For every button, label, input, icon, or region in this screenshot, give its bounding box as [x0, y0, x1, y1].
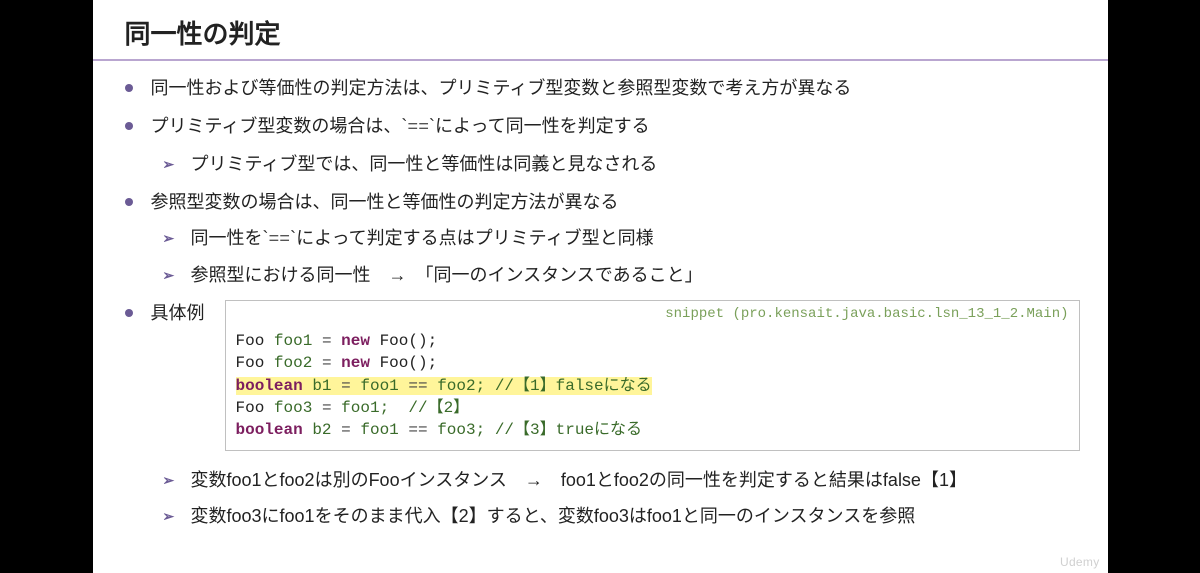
code-var: foo2 [274, 354, 312, 372]
list-item: プリミティブ型変数の場合は、`==`によって同一性を判定する ➢ プリミティブ型… [125, 113, 1080, 179]
highlighted-line: boolean b1 = foo1 == foo2; //【1】falseになる [236, 377, 652, 395]
list-item: ➢ 参照型における同一性 → 「同一のインスタンスであること」 [163, 262, 1080, 290]
code-comment: //【1】falseになる [495, 377, 652, 395]
code-type: Foo [236, 332, 265, 350]
bullet-text: 同一性を`==`によって判定する点はプリミティブ型と同様 [191, 225, 654, 255]
code-rhs: foo3; [437, 421, 485, 439]
list-item: 参照型変数の場合は、同一性と等価性の判定方法が異なる ➢ 同一性を`==`によっ… [125, 189, 1080, 291]
code-op: == [408, 377, 427, 395]
bullet-text: 同一性および等価性の判定方法は、プリミティブ型変数と参照型変数で考え方が異なる [151, 75, 852, 103]
code-var: foo3 [274, 399, 312, 417]
code-var: foo1 [274, 332, 312, 350]
code-op: = [322, 332, 332, 350]
text-fragment: 同一性を` [191, 228, 269, 248]
code-keyword: new [341, 354, 370, 372]
slide: 同一性の判定 同一性および等価性の判定方法は、プリミティブ型変数と参照型変数で考… [93, 0, 1108, 573]
code-op: = [322, 354, 332, 372]
code-lhs: foo1 [360, 421, 398, 439]
text-fragment: `によって同一性を判定する [429, 116, 650, 136]
bullet-text: プリミティブ型変数の場合は、`==`によって同一性を判定する [151, 113, 650, 143]
text-fragment: `によって判定する点はプリミティブ型と同様 [290, 228, 653, 248]
list-item: ➢ 変数foo1とfoo2は別のFooインスタンス → foo1とfoo2の同一… [163, 467, 1080, 495]
bullet-text: 具体例 [151, 300, 205, 328]
code-type: Foo [236, 354, 265, 372]
list-item: ➢ 変数foo3にfoo1をそのまま代入【2】すると、変数foo3はfoo1と同… [163, 503, 1080, 531]
chevron-right-icon: ➢ [163, 503, 177, 529]
list-item: ➢ 同一性を`==`によって判定する点はプリミティブ型と同様 [163, 225, 1080, 255]
bullet-text: 参照型変数の場合は、同一性と等価性の判定方法が異なる [151, 189, 619, 217]
code-op: = [341, 377, 351, 395]
code-op: = [341, 421, 351, 439]
code-type: boolean [236, 377, 303, 395]
list-item: 具体例 snippet (pro.kensait.java.basic.lsn_… [125, 300, 1080, 530]
chevron-right-icon: ➢ [163, 225, 177, 251]
inline-code: == [407, 118, 429, 138]
code-snippet: snippet (pro.kensait.java.basic.lsn_13_1… [225, 300, 1080, 450]
snippet-path-label: snippet (pro.kensait.java.basic.lsn_13_1… [665, 305, 1068, 325]
code-type: boolean [236, 421, 303, 439]
list-item: ➢ プリミティブ型では、同一性と等価性は同義と見なされる [163, 151, 1080, 179]
bullet-text: 変数foo1とfoo2は別のFooインスタンス → foo1とfoo2の同一性を… [191, 467, 967, 495]
code-lhs: foo1 [360, 377, 398, 395]
chevron-right-icon: ➢ [163, 262, 177, 288]
code-var: b1 [312, 377, 331, 395]
bullet-text: 変数foo3にfoo1をそのまま代入【2】すると、変数foo3はfoo1と同一の… [191, 503, 916, 531]
bullet-icon [125, 122, 133, 130]
text-fragment: プリミティブ型変数の場合は、` [151, 116, 408, 136]
bullet-text: 参照型における同一性 → 「同一のインスタンスであること」 [191, 262, 703, 290]
code-op: = [322, 399, 332, 417]
code-ctor: Foo(); [380, 354, 438, 372]
chevron-right-icon: ➢ [163, 151, 177, 177]
code-keyword: new [341, 332, 370, 350]
code-op: == [408, 421, 427, 439]
page-title: 同一性の判定 [125, 14, 1080, 57]
code-type: Foo [236, 399, 265, 417]
inline-code: == [269, 230, 291, 250]
code-rhs: foo2; [437, 377, 485, 395]
code-var: b2 [312, 421, 331, 439]
code-comment: //【3】trueになる [495, 421, 642, 439]
code-ctor: Foo(); [380, 332, 438, 350]
title-underline [93, 59, 1108, 61]
bullet-icon [125, 309, 133, 317]
list-item: 同一性および等価性の判定方法は、プリミティブ型変数と参照型変数で考え方が異なる [125, 75, 1080, 103]
code-rhs: foo1; [341, 399, 389, 417]
watermark: Udemy [1060, 555, 1100, 569]
bullet-text: プリミティブ型では、同一性と等価性は同義と見なされる [191, 151, 658, 179]
bullet-list: 同一性および等価性の判定方法は、プリミティブ型変数と参照型変数で考え方が異なる … [125, 75, 1080, 530]
bullet-icon [125, 84, 133, 92]
bullet-icon [125, 198, 133, 206]
chevron-right-icon: ➢ [163, 467, 177, 493]
code-comment: //【2】 [408, 399, 469, 417]
